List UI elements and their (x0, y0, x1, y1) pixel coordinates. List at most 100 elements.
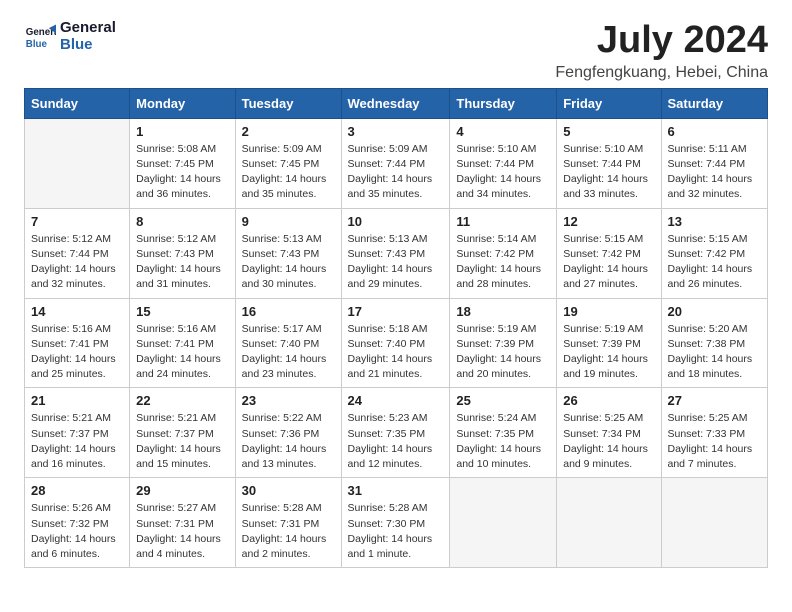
day-info: Sunrise: 5:24 AMSunset: 7:35 PMDaylight:… (456, 411, 550, 472)
day-number: 14 (31, 304, 123, 319)
day-info: Sunrise: 5:16 AMSunset: 7:41 PMDaylight:… (31, 322, 123, 383)
col-header-friday: Friday (557, 88, 661, 118)
subtitle: Fengfengkuang, Hebei, China (555, 64, 768, 82)
calendar-cell: 18 Sunrise: 5:19 AMSunset: 7:39 PMDayligh… (450, 298, 557, 388)
day-info: Sunrise: 5:10 AMSunset: 7:44 PMDaylight:… (563, 142, 654, 203)
calendar-cell: 5 Sunrise: 5:10 AMSunset: 7:44 PMDaylight… (557, 118, 661, 208)
day-number: 17 (348, 304, 444, 319)
logo: General Blue General Blue (24, 20, 116, 53)
day-info: Sunrise: 5:27 AMSunset: 7:31 PMDaylight:… (136, 501, 228, 562)
calendar-table: SundayMondayTuesdayWednesdayThursdayFrid… (24, 88, 768, 568)
calendar-cell: 7Sunrise: 5:12 AMSunset: 7:44 PMDaylight… (25, 208, 130, 298)
day-number: 19 (563, 304, 654, 319)
title-block: July 2024 Fengfengkuang, Hebei, China (555, 20, 768, 82)
day-number: 10 (348, 214, 444, 229)
day-number: 31 (348, 483, 444, 498)
day-info: Sunrise: 5:18 AMSunset: 7:40 PMDaylight:… (348, 322, 444, 383)
day-number: 6 (668, 124, 762, 139)
calendar-cell: 15 Sunrise: 5:16 AMSunset: 7:41 PMDayligh… (130, 298, 235, 388)
calendar-header-row: SundayMondayTuesdayWednesdayThursdayFrid… (25, 88, 768, 118)
calendar-cell: 4 Sunrise: 5:10 AMSunset: 7:44 PMDaylight… (450, 118, 557, 208)
day-number: 4 (456, 124, 550, 139)
calendar-cell (25, 118, 130, 208)
day-info: Sunrise: 5:25 AMSunset: 7:33 PMDaylight:… (668, 411, 762, 472)
calendar-week-row: 28Sunrise: 5:26 AMSunset: 7:32 PMDayligh… (25, 478, 768, 568)
day-info: Sunrise: 5:28 AMSunset: 7:31 PMDaylight:… (242, 501, 335, 562)
calendar-cell: 10Sunrise: 5:13 AMSunset: 7:43 PMDayligh… (341, 208, 450, 298)
day-info: Sunrise: 5:09 AMSunset: 7:45 PMDaylight:… (242, 142, 335, 203)
day-info: Sunrise: 5:12 AMSunset: 7:43 PMDaylight:… (136, 232, 228, 293)
day-number: 20 (668, 304, 762, 319)
day-info: Sunrise: 5:23 AMSunset: 7:35 PMDaylight:… (348, 411, 444, 472)
calendar-cell: 21 Sunrise: 5:21 AMSunset: 7:37 PMDayligh… (25, 388, 130, 478)
day-number: 25 (456, 393, 550, 408)
calendar-cell: 30Sunrise: 5:28 AMSunset: 7:31 PMDayligh… (235, 478, 341, 568)
calendar-cell: 22Sunrise: 5:21 AMSunset: 7:37 PMDayligh… (130, 388, 235, 478)
day-number: 15 (136, 304, 228, 319)
calendar-cell: 1Sunrise: 5:08 AMSunset: 7:45 PMDaylight… (130, 118, 235, 208)
calendar-cell: 13 Sunrise: 5:15 AMSunset: 7:42 PMDayligh… (661, 208, 768, 298)
col-header-sunday: Sunday (25, 88, 130, 118)
day-info: Sunrise: 5:13 AMSunset: 7:43 PMDaylight:… (242, 232, 335, 293)
calendar-cell: 2 Sunrise: 5:09 AMSunset: 7:45 PMDaylight… (235, 118, 341, 208)
day-info: Sunrise: 5:10 AMSunset: 7:44 PMDaylight:… (456, 142, 550, 203)
day-info: Sunrise: 5:15 AMSunset: 7:42 PMDaylight:… (668, 232, 762, 293)
calendar-cell: 14 Sunrise: 5:16 AMSunset: 7:41 PMDayligh… (25, 298, 130, 388)
day-info: Sunrise: 5:12 AMSunset: 7:44 PMDaylight:… (31, 232, 123, 293)
logo-text-general: General (60, 20, 116, 37)
calendar-cell: 31 Sunrise: 5:28 AMSunset: 7:30 PMDayligh… (341, 478, 450, 568)
calendar-cell: 28Sunrise: 5:26 AMSunset: 7:32 PMDayligh… (25, 478, 130, 568)
col-header-monday: Monday (130, 88, 235, 118)
logo-text-blue: Blue (60, 37, 116, 54)
calendar-cell: 20 Sunrise: 5:20 AMSunset: 7:38 PMDayligh… (661, 298, 768, 388)
calendar-week-row: 21 Sunrise: 5:21 AMSunset: 7:37 PMDayligh… (25, 388, 768, 478)
day-info: Sunrise: 5:19 AMSunset: 7:39 PMDaylight:… (563, 322, 654, 383)
day-number: 1 (136, 124, 228, 139)
calendar-cell: 16Sunrise: 5:17 AMSunset: 7:40 PMDayligh… (235, 298, 341, 388)
main-title: July 2024 (555, 20, 768, 62)
calendar-cell: 8Sunrise: 5:12 AMSunset: 7:43 PMDaylight… (130, 208, 235, 298)
calendar-cell: 11Sunrise: 5:14 AMSunset: 7:42 PMDayligh… (450, 208, 557, 298)
calendar-cell: 3 Sunrise: 5:09 AMSunset: 7:44 PMDaylight… (341, 118, 450, 208)
day-number: 21 (31, 393, 123, 408)
day-info: Sunrise: 5:19 AMSunset: 7:39 PMDaylight:… (456, 322, 550, 383)
day-info: Sunrise: 5:26 AMSunset: 7:32 PMDaylight:… (31, 501, 123, 562)
day-number: 27 (668, 393, 762, 408)
day-number: 22 (136, 393, 228, 408)
day-info: Sunrise: 5:22 AMSunset: 7:36 PMDaylight:… (242, 411, 335, 472)
calendar-cell (557, 478, 661, 568)
day-number: 24 (348, 393, 444, 408)
calendar-cell: 23 Sunrise: 5:22 AMSunset: 7:36 PMDayligh… (235, 388, 341, 478)
day-info: Sunrise: 5:28 AMSunset: 7:30 PMDaylight:… (348, 501, 444, 562)
calendar-cell: 17 Sunrise: 5:18 AMSunset: 7:40 PMDayligh… (341, 298, 450, 388)
day-number: 23 (242, 393, 335, 408)
calendar-week-row: 14 Sunrise: 5:16 AMSunset: 7:41 PMDayligh… (25, 298, 768, 388)
day-number: 2 (242, 124, 335, 139)
col-header-wednesday: Wednesday (341, 88, 450, 118)
logo-icon: General Blue (24, 21, 56, 53)
calendar-cell (661, 478, 768, 568)
day-info: Sunrise: 5:25 AMSunset: 7:34 PMDaylight:… (563, 411, 654, 472)
calendar-cell: 27 Sunrise: 5:25 AMSunset: 7:33 PMDayligh… (661, 388, 768, 478)
col-header-tuesday: Tuesday (235, 88, 341, 118)
calendar-cell (450, 478, 557, 568)
day-info: Sunrise: 5:11 AMSunset: 7:44 PMDaylight:… (668, 142, 762, 203)
day-number: 13 (668, 214, 762, 229)
calendar-cell: 6 Sunrise: 5:11 AMSunset: 7:44 PMDaylight… (661, 118, 768, 208)
day-info: Sunrise: 5:15 AMSunset: 7:42 PMDaylight:… (563, 232, 654, 293)
day-info: Sunrise: 5:16 AMSunset: 7:41 PMDaylight:… (136, 322, 228, 383)
page-header: General Blue General Blue July 2024 Feng… (24, 20, 768, 82)
col-header-saturday: Saturday (661, 88, 768, 118)
day-number: 12 (563, 214, 654, 229)
day-number: 26 (563, 393, 654, 408)
day-number: 5 (563, 124, 654, 139)
calendar-cell: 25 Sunrise: 5:24 AMSunset: 7:35 PMDayligh… (450, 388, 557, 478)
day-info: Sunrise: 5:20 AMSunset: 7:38 PMDaylight:… (668, 322, 762, 383)
day-number: 18 (456, 304, 550, 319)
day-number: 16 (242, 304, 335, 319)
day-info: Sunrise: 5:09 AMSunset: 7:44 PMDaylight:… (348, 142, 444, 203)
day-number: 3 (348, 124, 444, 139)
calendar-cell: 12 Sunrise: 5:15 AMSunset: 7:42 PMDayligh… (557, 208, 661, 298)
day-info: Sunrise: 5:14 AMSunset: 7:42 PMDaylight:… (456, 232, 550, 293)
day-info: Sunrise: 5:21 AMSunset: 7:37 PMDaylight:… (31, 411, 123, 472)
